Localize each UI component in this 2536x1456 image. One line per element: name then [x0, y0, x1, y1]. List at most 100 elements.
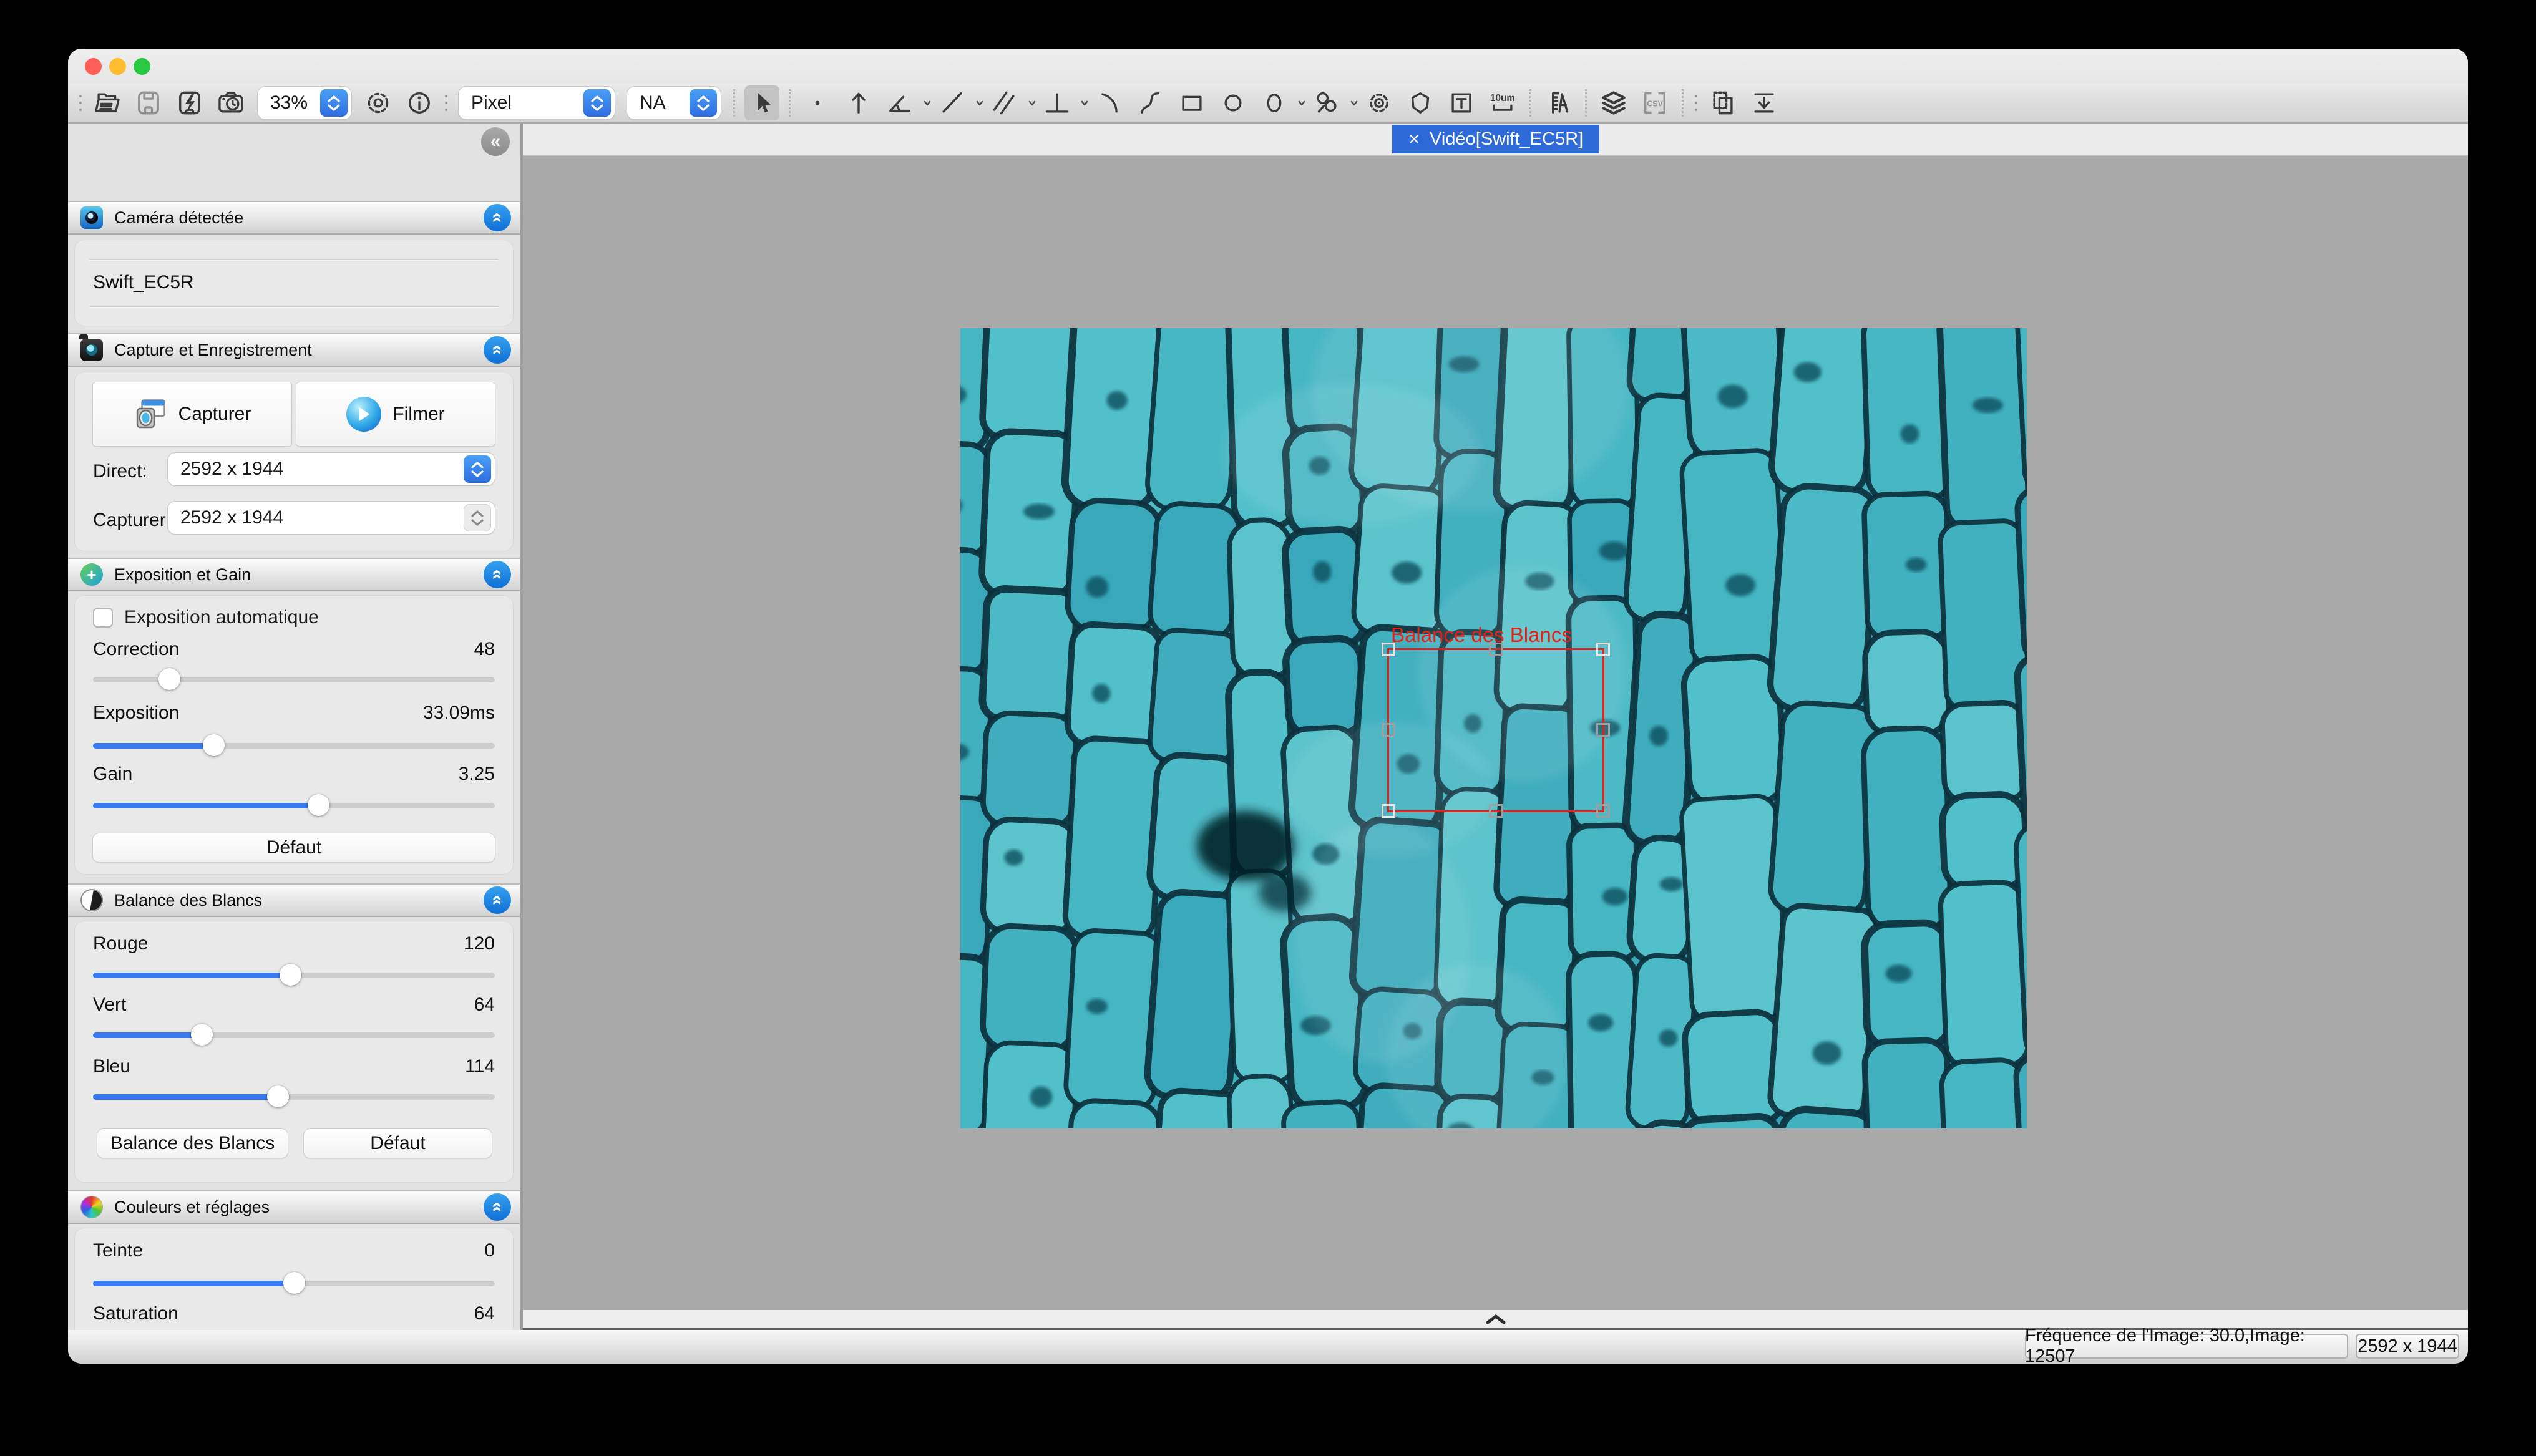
concentric-circles-tool[interactable]	[1362, 85, 1397, 120]
red-slider-thumb[interactable]	[280, 964, 301, 986]
hue-slider[interactable]	[93, 1272, 495, 1294]
handle-mid-left[interactable]	[1382, 723, 1395, 737]
tab-close-icon[interactable]: ×	[1408, 128, 1420, 150]
collapse-section-icon[interactable]: «	[484, 886, 511, 914]
duplicate-icon[interactable]	[1705, 85, 1740, 120]
live-video-view[interactable]: Balance des Blancs	[960, 328, 2027, 1128]
pointer-tool[interactable]	[744, 85, 779, 120]
handle-bottom-left[interactable]	[1382, 804, 1395, 818]
linked-circles-chevron-icon[interactable]	[1350, 99, 1358, 107]
live-resolution-select[interactable]: 2592 x 1944	[168, 453, 495, 485]
linked-circles-tool[interactable]	[1309, 85, 1344, 120]
minimize-window-button[interactable]	[109, 58, 126, 75]
section-header-capture[interactable]: Capture et Enregistrement «	[68, 333, 520, 367]
section-header-exposure[interactable]: Exposition et Gain «	[68, 558, 520, 591]
text-tool[interactable]	[1444, 85, 1479, 120]
circle-tool[interactable]	[1216, 85, 1251, 120]
auto-exposure-label: Exposition automatique	[124, 607, 319, 628]
perpendicular-tool[interactable]	[1040, 85, 1075, 120]
save-icon[interactable]	[131, 85, 166, 120]
collapse-section-icon[interactable]: «	[484, 204, 511, 231]
capture-button-icon	[134, 397, 167, 431]
parallel-lines-tool[interactable]	[987, 85, 1022, 120]
section-header-camera[interactable]: Caméra détectée «	[68, 201, 520, 235]
handle-top-right[interactable]	[1596, 643, 1610, 656]
hue-slider-thumb[interactable]	[283, 1272, 305, 1294]
white-balance-button[interactable]: Balance des Blancs	[97, 1129, 288, 1158]
point-tool[interactable]	[800, 85, 835, 120]
handle-bottom-right[interactable]	[1596, 804, 1610, 818]
section-title: Capture et Enregistrement	[114, 341, 312, 360]
snap-resolution-label: Capturer:	[93, 510, 174, 531]
blue-slider-thumb[interactable]	[267, 1085, 289, 1107]
green-slider[interactable]	[93, 1024, 495, 1046]
red-slider[interactable]	[93, 964, 495, 986]
ellipse-tool-chevron-icon[interactable]	[1297, 99, 1306, 107]
collapse-section-icon[interactable]: «	[484, 1193, 511, 1221]
handle-top-center[interactable]	[1489, 643, 1503, 656]
rectangle-tool[interactable]	[1174, 85, 1209, 120]
capture-button[interactable]: Capturer	[93, 382, 291, 446]
video-tab[interactable]: × Vidéo[Swift_EC5R]	[1392, 125, 1599, 153]
auto-exposure-checkbox[interactable]	[93, 608, 113, 628]
live-resolution-stepper[interactable]	[464, 455, 491, 483]
handle-bottom-center[interactable]	[1489, 804, 1503, 818]
info-icon[interactable]	[402, 85, 437, 120]
hue-value: 0	[484, 1240, 495, 1261]
correction-slider[interactable]	[93, 668, 495, 691]
camera-list-item[interactable]: Swift_EC5R	[93, 272, 495, 293]
parallel-tool-chevron-icon[interactable]	[1028, 99, 1036, 107]
line-tool-chevron-icon[interactable]	[975, 99, 984, 107]
snap-resolution-stepper[interactable]	[464, 504, 491, 531]
handle-top-left[interactable]	[1382, 643, 1395, 656]
app-window: 33% Pixel NA	[68, 49, 2468, 1364]
unit-stepper[interactable]	[583, 89, 611, 117]
polygon-tool[interactable]	[1403, 85, 1438, 120]
na-select[interactable]: NA	[627, 87, 721, 119]
na-stepper[interactable]	[690, 89, 717, 117]
angle-tool[interactable]	[882, 85, 917, 120]
green-slider-thumb[interactable]	[191, 1024, 213, 1046]
section-header-colors[interactable]: Couleurs et réglages «	[68, 1190, 520, 1224]
annotation-selection-rect[interactable]	[1387, 648, 1604, 812]
perpendicular-tool-chevron-icon[interactable]	[1080, 99, 1089, 107]
collapse-section-icon[interactable]: «	[484, 336, 511, 364]
scale-bar-tool[interactable]: 10um	[1485, 85, 1520, 120]
arrow-tool[interactable]	[841, 85, 876, 120]
gain-slider-thumb[interactable]	[308, 794, 329, 816]
exposure-card: Exposition automatique Correction 48 Exp…	[74, 595, 514, 875]
handle-mid-right[interactable]	[1596, 723, 1610, 737]
arc-tool[interactable]	[1092, 85, 1127, 120]
zoom-level-select[interactable]: 33%	[258, 87, 351, 119]
exposure-slider[interactable]	[93, 734, 495, 757]
gain-slider[interactable]	[93, 794, 495, 817]
snap-resolution-select[interactable]: 2592 x 1944	[168, 502, 495, 534]
settings-icon[interactable]	[361, 85, 396, 120]
timed-capture-icon[interactable]	[213, 85, 248, 120]
open-file-icon[interactable]	[90, 85, 125, 120]
exposure-slider-thumb[interactable]	[203, 734, 225, 756]
correction-slider-thumb[interactable]	[158, 668, 180, 690]
save-burst-icon[interactable]	[172, 85, 207, 120]
white-balance-default-button[interactable]: Défaut	[304, 1129, 492, 1158]
record-button[interactable]: Filmer	[296, 382, 495, 446]
measure-tool[interactable]	[1541, 85, 1576, 120]
zoom-stepper[interactable]	[320, 89, 348, 117]
close-window-button[interactable]	[85, 58, 102, 75]
line-tool[interactable]	[935, 85, 970, 120]
export-icon[interactable]	[1747, 85, 1782, 120]
unit-select[interactable]: Pixel	[459, 87, 615, 119]
sidebar-collapse-button[interactable]: «	[481, 127, 510, 156]
exposure-default-button[interactable]: Défaut	[93, 833, 495, 862]
viewer-canvas[interactable]: Balance des Blancs	[523, 156, 2468, 1310]
layers-icon[interactable]	[1596, 85, 1631, 120]
zoom-window-button[interactable]	[134, 58, 150, 75]
curve-tool[interactable]	[1133, 85, 1168, 120]
csv-export-icon[interactable]: CSV	[1637, 85, 1672, 120]
resolution-status: 2592 x 1944	[2356, 1334, 2459, 1359]
ellipse-tool[interactable]	[1257, 85, 1292, 120]
blue-slider[interactable]	[93, 1085, 495, 1108]
section-header-white-balance[interactable]: Balance des Blancs «	[68, 883, 520, 917]
collapse-section-icon[interactable]: «	[484, 561, 511, 588]
angle-tool-chevron-icon[interactable]	[923, 99, 932, 107]
